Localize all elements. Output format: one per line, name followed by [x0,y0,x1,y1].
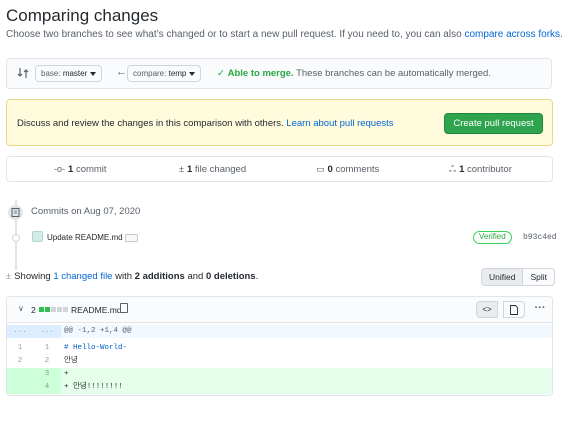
files-changed-tab[interactable]: ±1 file changed [179,164,246,175]
people-icon: ஃ [449,164,457,174]
old-line-number[interactable] [7,368,33,381]
compare-prefix: compare: [133,69,167,78]
commit-icon: -o- [54,164,65,174]
hunk-header-row: ... ... @@ -1,2 +1,4 @@ [7,325,552,338]
file-icon[interactable] [503,301,525,318]
comments-label: comments [335,164,380,175]
additions-count: 2 additions [134,271,185,282]
new-line-number[interactable]: 1 [33,342,61,355]
split-view-button[interactable]: Split [523,268,556,286]
toc-end: . [255,271,259,282]
file-header: ∨ 2 README.md <> ··· [7,297,552,323]
expand-up[interactable]: ... [7,325,33,338]
diff-toc: ± Showing 1 changed file with 2 additions… [6,271,258,282]
compare-summary: -o- 1 commit ±1 file changed ▭ 0 comments … [6,156,553,182]
file-diff: ∨ 2 README.md <> ··· ... ... @@ -1,2 +1,… [6,296,553,396]
code-line: + 안녕!!!!!!!! [64,383,123,391]
new-line-number[interactable]: 2 [33,355,61,368]
pull-request-flash: Discuss and review the changes in this c… [6,99,553,146]
repo-push-icon [8,205,23,220]
old-line-number[interactable]: 1 [7,342,33,355]
changed-files-link[interactable]: 1 changed file [53,271,112,282]
change-count: 2 [31,305,36,315]
chevron-down-icon [189,71,196,76]
compare-branch-select[interactable]: compare: temp [127,65,202,82]
hunk-header: @@ -1,2 +1,4 @@ [64,327,132,335]
files-count: 1 [186,164,193,175]
old-line-number[interactable]: 2 [7,355,33,368]
comment-icon: ▭ [316,164,325,174]
code-icon[interactable]: <> [476,301,498,318]
diff-line-addition: 4 + 안녕!!!!!!!! [7,381,552,394]
merge-status: ✓ Able to merge. These branches can be a… [217,68,491,79]
files-label: file changed [194,164,247,175]
chevron-down-icon [90,71,97,76]
code-line: # Hello-World- [64,344,128,352]
flash-text: Discuss and review the changes in this c… [17,118,287,129]
avatar[interactable] [32,231,43,242]
deletions-count: 0 deletions [205,271,256,282]
commit-message-link[interactable]: Update README.md [47,233,123,242]
diff-line: 2 2 안녕 [7,355,552,368]
commits-date-heading: Commits on Aug 07, 2020 [31,206,141,217]
commits-count: 1 [68,164,74,175]
subtitle-text: Choose two branches to see what’s change… [6,29,465,40]
compare-across-forks-link[interactable]: compare across forks. [464,29,562,40]
merge-status-detail: These branches can be automatically merg… [296,68,491,79]
contributors-label: contributor [467,164,512,175]
range-editor: base: master ← compare: temp ✓ Able to m… [6,58,552,89]
diff-view-toggle: Unified Split [481,268,556,286]
code-line: + [64,370,69,378]
toc-with: with [112,271,135,282]
page-subtitle: Choose two branches to see what’s change… [6,29,563,40]
new-line-number[interactable]: 4 [33,381,61,394]
arrow-left-icon: ← [116,66,127,78]
old-line-number[interactable] [7,381,33,394]
contributors-count: 1 [459,164,465,175]
flash-message: Discuss and review the changes in this c… [17,118,394,129]
check-icon: ✓ [217,68,225,79]
learn-pull-requests-link[interactable]: Learn about pull requests [286,118,393,129]
create-pull-request-button[interactable]: Create pull request [444,113,543,134]
verified-badge[interactable]: Verified [473,231,512,244]
compare-value: temp [168,69,187,78]
git-compare-icon[interactable] [17,67,29,79]
base-branch-select[interactable]: base: master [35,65,103,82]
commit-icon [12,234,20,242]
commits-label: commit [75,164,107,175]
expand-commit-message-button[interactable] [125,234,138,242]
commit-sha-link[interactable]: b93c4ed [523,233,557,242]
toc-and: and [184,271,206,282]
code-line: 안녕 [64,357,78,365]
diff-line: 1 1 # Hello-World- [7,342,552,355]
file-name-link[interactable]: README.md [71,305,122,315]
merge-status-label: Able to merge. [227,68,294,79]
expand-down[interactable]: ... [33,325,61,338]
kebab-icon[interactable]: ··· [529,301,551,318]
diff-line-addition: 3 + [7,368,552,381]
diff-icon: ± [6,271,12,282]
comments-tab[interactable]: ▭ 0 comments [316,164,379,175]
toc-showing: Showing [14,271,54,282]
base-prefix: base: [41,69,61,78]
commits-tab[interactable]: -o- 1 commit [54,164,107,175]
unified-view-button[interactable]: Unified [481,268,524,286]
new-line-number[interactable]: 3 [33,368,61,381]
diffstat-bars [39,307,68,312]
contributors-tab[interactable]: ஃ1 contributor [449,164,512,176]
comments-count: 0 [327,164,333,175]
base-value: master [62,69,88,78]
page-title: Comparing changes [6,6,159,25]
clippy-icon[interactable] [120,303,128,313]
diff-icon: ± [179,164,184,174]
chevron-down-icon[interactable]: ∨ [18,304,24,313]
